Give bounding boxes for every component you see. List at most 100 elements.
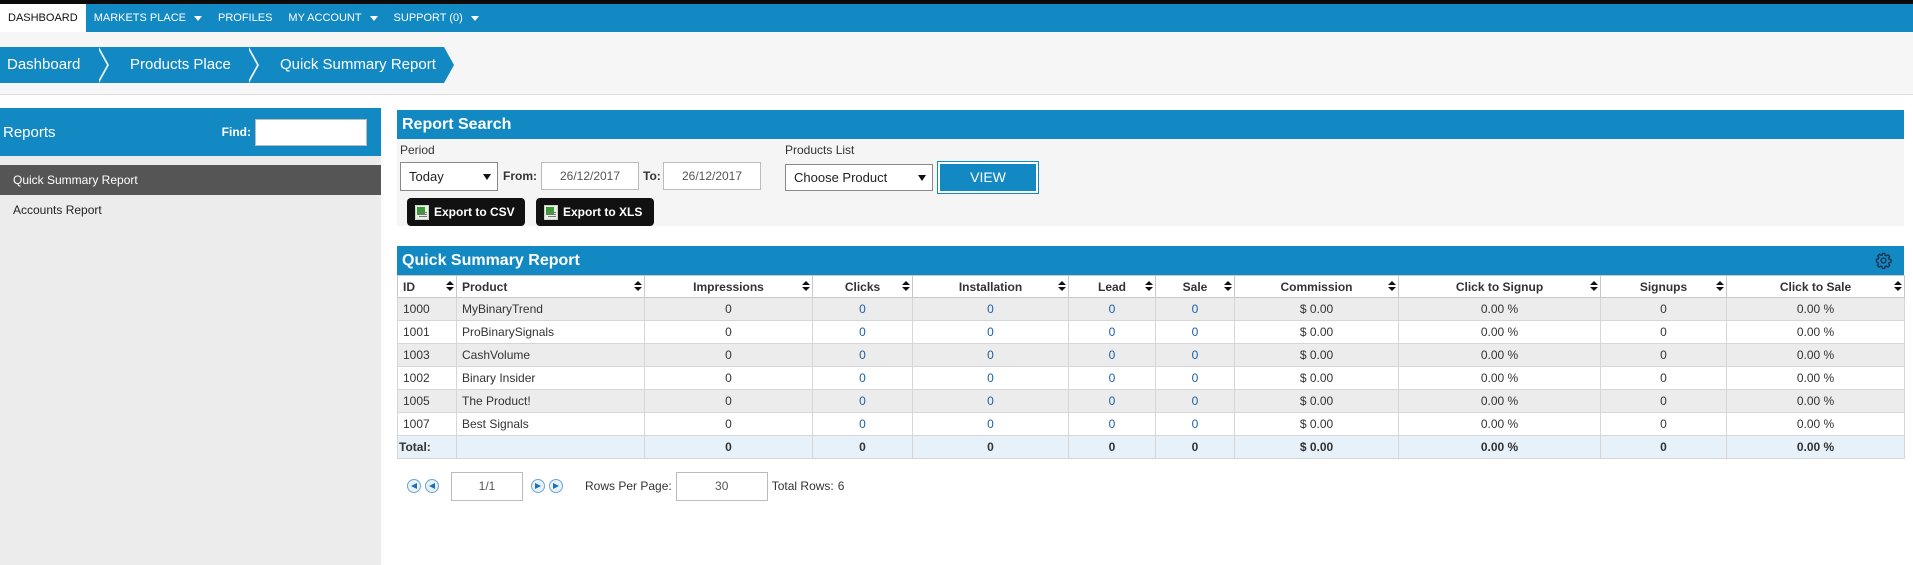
table-cell: $ 0.00: [1234, 297, 1399, 321]
table-cell: 0: [812, 343, 913, 367]
nav-profiles-label: PROFILES: [218, 12, 273, 24]
last-page-icon[interactable]: [549, 479, 563, 493]
nav-my-account-label: MY ACCOUNT: [288, 12, 362, 24]
column-header[interactable]: Impressions: [644, 275, 813, 298]
table-cell: 0: [812, 366, 913, 390]
table-cell: 0: [1068, 343, 1156, 367]
column-header[interactable]: Signups: [1600, 275, 1727, 298]
from-date-input[interactable]: 26/12/2017: [541, 162, 639, 190]
column-header[interactable]: Click to Signup: [1398, 275, 1601, 298]
table-cell: 0: [644, 343, 813, 367]
table-row[interactable]: 1007 Best Signals 0 0 0 0 0 $ 0.00 0.00 % 0 0.00 %: [397, 412, 1905, 436]
to-date-input[interactable]: 26/12/2017: [663, 162, 761, 190]
nav-dashboard[interactable]: DASHBOARD: [0, 4, 86, 32]
nav-markets-place-label: MARKETS PLACE: [93, 12, 186, 24]
column-header[interactable]: Installation: [912, 275, 1069, 298]
table-cell: $ 0.00: [1234, 366, 1399, 390]
total-cell: 0: [1068, 435, 1156, 459]
table-header-row: ID Product Impressions Clicks Installati…: [397, 275, 1905, 298]
export-csv-label: Export to CSV: [434, 205, 515, 219]
table-cell: 0.00 %: [1398, 366, 1601, 390]
table-cell: 0: [1600, 412, 1727, 436]
table-cell: 1003: [397, 343, 457, 367]
column-header[interactable]: Product: [456, 275, 645, 298]
table-cell: 0.00 %: [1398, 297, 1601, 321]
table-cell: 0: [1068, 389, 1156, 413]
previous-page-icon[interactable]: [425, 479, 439, 493]
breadcrumb-dashboard[interactable]: Dashboard: [0, 47, 109, 83]
period-select[interactable]: Today: [400, 162, 498, 191]
spreadsheet-icon: [415, 204, 429, 220]
table-cell: 1007: [397, 412, 457, 436]
column-header[interactable]: Sale: [1155, 275, 1235, 298]
table-cell: 0: [1155, 320, 1235, 344]
table-cell: 0.00 %: [1726, 343, 1905, 367]
export-xls-label: Export to XLS: [563, 205, 643, 219]
total-rows-label: Total Rows:: [771, 479, 834, 493]
table-row[interactable]: 1001 ProBinarySignals 0 0 0 0 0 $ 0.00 0.00 % 0 0.…: [397, 320, 1905, 344]
table-cell: 0: [644, 297, 813, 321]
products-select-value: Choose Product: [794, 170, 888, 185]
total-cell: 0: [912, 435, 1069, 459]
next-page-icon[interactable]: [531, 479, 545, 493]
column-header-label: ID: [403, 279, 415, 294]
breadcrumb-quick-summary-report[interactable]: Quick Summary Report: [247, 47, 454, 83]
sidebar-item-quick-summary-report[interactable]: Quick Summary Report: [0, 165, 381, 195]
table-cell: 1001: [397, 320, 457, 344]
table-cell: 0: [1600, 343, 1727, 367]
table-row[interactable]: 1000 MyBinaryTrend 0 0 0 0 0 $ 0.00 0.00 % 0 0.00 …: [397, 297, 1905, 321]
table-cell: 0: [1155, 297, 1235, 321]
products-select[interactable]: Choose Product: [785, 164, 933, 191]
column-header-label: Click to Sale: [1779, 279, 1852, 294]
view-button[interactable]: VIEW: [937, 161, 1039, 194]
export-xls-button[interactable]: Export to XLS: [536, 198, 654, 226]
table-cell: 0: [1155, 389, 1235, 413]
export-csv-button[interactable]: Export to CSV: [407, 198, 525, 226]
rows-per-page-label: Rows Per Page:: [585, 479, 672, 493]
table-cell: $ 0.00: [1234, 343, 1399, 367]
nav-support[interactable]: SUPPORT (0): [386, 4, 487, 32]
table-cell: 0: [812, 297, 913, 321]
find-label: Find:: [221, 125, 251, 139]
nav-markets-place[interactable]: MARKETS PLACE: [86, 4, 210, 32]
breadcrumb-products-place[interactable]: Products Place: [97, 47, 259, 83]
nav-profiles[interactable]: PROFILES: [210, 4, 280, 32]
pager: 1/1 Rows Per Page: 30 Total Rows: 6: [407, 471, 848, 501]
total-rows-value: 6: [837, 479, 845, 493]
table-cell: 0.00 %: [1398, 343, 1601, 367]
column-header[interactable]: Clicks: [812, 275, 913, 298]
column-header[interactable]: ID: [397, 275, 457, 298]
total-cell: 0: [812, 435, 913, 459]
page-input[interactable]: 1/1: [451, 471, 523, 501]
breadcrumb-bar: Dashboard Products Place Quick Summary R…: [0, 32, 1913, 95]
table-cell: 1002: [397, 366, 457, 390]
sidebar-header: Reports Find:: [0, 108, 381, 156]
table-cell: MyBinaryTrend: [456, 297, 645, 321]
column-header[interactable]: Commission: [1234, 275, 1399, 298]
quick-summary-header: Quick Summary Report: [397, 246, 1904, 275]
table-cell: 1000: [397, 297, 457, 321]
find-input[interactable]: [255, 118, 367, 146]
nav-my-account[interactable]: MY ACCOUNT: [280, 4, 385, 32]
column-header[interactable]: Click to Sale: [1726, 275, 1905, 298]
rows-per-page-input[interactable]: 30: [675, 471, 768, 501]
table-row[interactable]: 1003 CashVolume 0 0 0 0 0 $ 0.00 0.00 % 0 0.00 %: [397, 343, 1905, 367]
to-label: To:: [643, 169, 661, 183]
table-row[interactable]: 1002 Binary Insider 0 0 0 0 0 $ 0.00 0.00 % 0 0.00…: [397, 366, 1905, 390]
column-header[interactable]: Lead: [1068, 275, 1156, 298]
column-header-label: Sale: [1182, 279, 1208, 294]
column-header-label: Click to Signup: [1455, 279, 1544, 294]
first-page-icon[interactable]: [407, 479, 421, 493]
total-cell: 0.00 %: [1726, 435, 1905, 459]
total-cell: Total:: [397, 435, 457, 459]
table-cell: 0: [812, 389, 913, 413]
table-cell: 0: [912, 320, 1069, 344]
chevron-down-icon: [470, 15, 479, 21]
table-cell: The Product!: [456, 389, 645, 413]
sidebar-item-accounts-report[interactable]: Accounts Report: [0, 195, 381, 225]
gear-icon[interactable]: [1875, 252, 1892, 269]
table-row[interactable]: 1005 The Product! 0 0 0 0 0 $ 0.00 0.00 % 0 0.00 %: [397, 389, 1905, 413]
summary-table-body: 1000 MyBinaryTrend 0 0 0 0 0 $ 0.00 0.00 % 0 0.00 …: [397, 297, 1905, 459]
table-cell: 0.00 %: [1398, 320, 1601, 344]
